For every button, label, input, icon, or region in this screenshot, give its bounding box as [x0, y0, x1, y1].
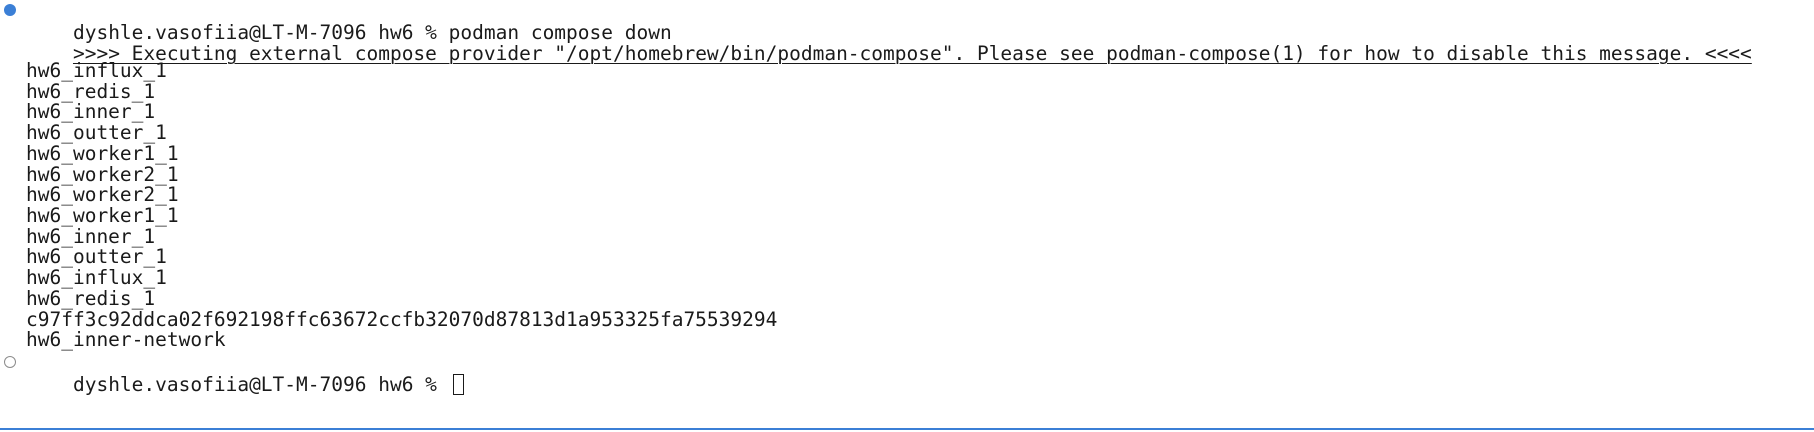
prompt-pending-marker-icon[interactable]: [4, 356, 16, 368]
current-prompt-line[interactable]: dyshle.vasofiia@LT-M-7096 hw6 %: [26, 349, 464, 396]
current-prompt: dyshle.vasofiia@LT-M-7096 hw6 %: [72, 373, 449, 396]
terminal-window[interactable]: dyshle.vasofiia@LT-M-7096 hw6 % podman c…: [0, 0, 1814, 432]
command-success-marker-icon[interactable]: [4, 4, 16, 16]
block-cursor-icon[interactable]: [452, 374, 464, 395]
bottom-divider: [0, 428, 1814, 430]
provider-message-line: >>>> Executing external compose provider…: [26, 18, 1752, 65]
provider-message: >>>> Executing external compose provider…: [72, 42, 1752, 65]
